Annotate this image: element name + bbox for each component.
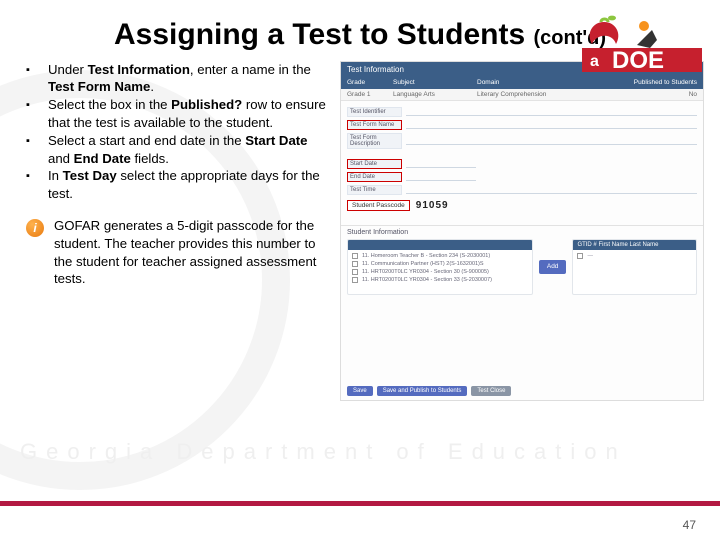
field-test-form-name[interactable] (406, 120, 697, 129)
field-start-date[interactable] (406, 159, 476, 168)
svg-text:a: a (590, 53, 599, 70)
save-button[interactable]: Save (347, 386, 373, 396)
bullet-item: ▪ Under Test Information, enter a name i… (26, 61, 326, 97)
bullet-item: ▪ In Test Day select the appropriate day… (26, 167, 326, 203)
page-number: 47 (683, 518, 696, 532)
student-info-heading: Student Information (341, 226, 703, 239)
label-start-date: Start Date (347, 159, 402, 169)
label-test-form-name: Test Form Name (347, 120, 402, 130)
checkbox-icon[interactable] (352, 253, 358, 259)
gadoe-logo: a DOE (582, 12, 702, 72)
field-test-identifier[interactable] (406, 107, 697, 116)
title-main: Assigning a Test to Students (114, 18, 525, 51)
bullet-icon: ▪ (26, 96, 48, 132)
passcode-value: 91059 (416, 200, 449, 211)
info-text: GOFAR generates a 5-digit passcode for t… (54, 217, 326, 288)
info-note: i GOFAR generates a 5-digit passcode for… (26, 217, 326, 288)
selected-students-panel: GTID # First Name Last Name — (572, 239, 697, 295)
info-icon: i (26, 219, 44, 237)
bullet-icon: ▪ (26, 167, 48, 203)
bullet-item: ▪ Select a start and end date in the Sta… (26, 132, 326, 168)
svg-text:DOE: DOE (612, 47, 664, 72)
field-description[interactable] (406, 136, 697, 145)
class-list-panel: 11. Homeroom Teacher B - Section 234 (S-… (347, 239, 533, 295)
label-passcode: Student Passcode (347, 200, 410, 211)
field-test-time[interactable] (406, 185, 697, 194)
bullet-icon: ▪ (26, 132, 48, 168)
label-end-date: End Date (347, 172, 402, 182)
checkbox-icon[interactable] (577, 253, 583, 259)
publish-button[interactable]: Save and Publish to Students (377, 386, 468, 396)
instruction-column: ▪ Under Test Information, enter a name i… (26, 61, 326, 401)
field-end-date[interactable] (406, 172, 476, 181)
bullet-item: ▪ Select the box in the Published? row t… (26, 96, 326, 132)
checkbox-icon[interactable] (352, 261, 358, 267)
footer-accent-bar (0, 501, 720, 506)
bullet-icon: ▪ (26, 61, 48, 97)
checkbox-icon[interactable] (352, 277, 358, 283)
close-button[interactable]: Test Close (471, 386, 511, 396)
add-button[interactable]: Add (539, 260, 567, 274)
checkbox-icon[interactable] (352, 269, 358, 275)
app-screenshot: Test Information Grade Subject Domain Pu… (340, 61, 704, 401)
